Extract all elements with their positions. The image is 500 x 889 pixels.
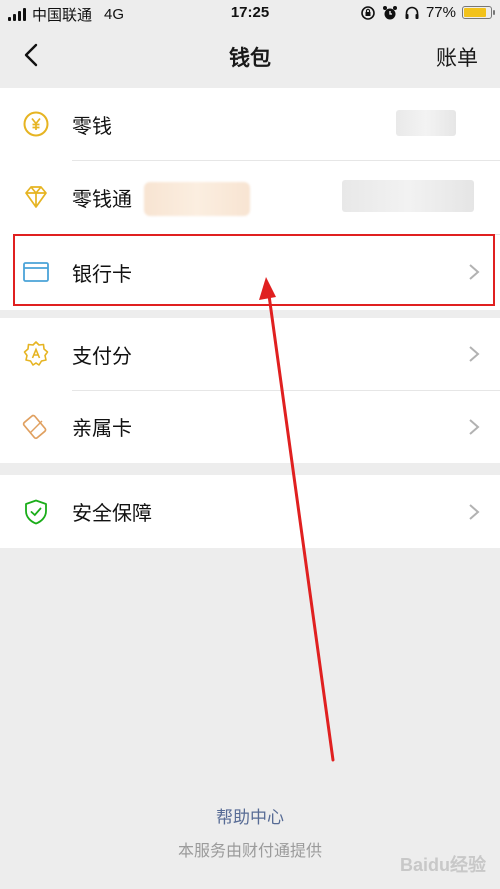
help-center-link[interactable]: 帮助中心 — [0, 803, 500, 828]
annotation-arrow — [259, 277, 335, 762]
watermark: Baidu经验 — [399, 855, 486, 875]
